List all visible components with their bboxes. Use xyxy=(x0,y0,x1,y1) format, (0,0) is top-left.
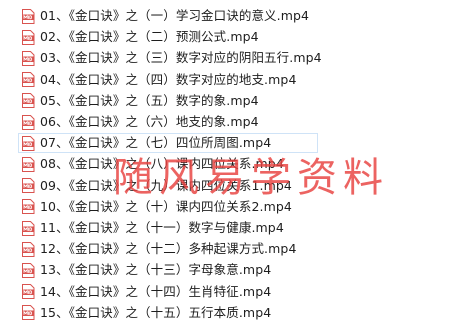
file-name: 09、《金口诀》之（九）课内四位关系1.mp4 xyxy=(40,177,292,193)
video-file-icon xyxy=(21,135,35,151)
file-row[interactable]: 01、《金口诀》之（一）学习金口诀的意义.mp4 xyxy=(18,6,438,26)
file-name: 06、《金口诀》之（六）地支的象.mp4 xyxy=(40,114,259,129)
file-name: 04、《金口诀》之（四）数字对应的地支.mp4 xyxy=(40,71,297,87)
file-row[interactable]: 09、《金口诀》之（九）课内四位关系1.mp4 xyxy=(18,176,438,196)
video-file-icon xyxy=(21,8,35,24)
video-file-icon xyxy=(21,284,35,300)
file-row[interactable]: 04、《金口诀》之（四）数字对应的地支.mp4 xyxy=(18,70,438,90)
file-row[interactable]: 10、《金口诀》之（十）课内四位关系2.mp4 xyxy=(18,197,438,217)
file-row[interactable]: 11、《金口诀》之（十一）数字与健康.mp4 xyxy=(18,218,438,238)
file-name: 05、《金口诀》之（五）数字的象.mp4 xyxy=(40,92,259,108)
file-row[interactable]: 07、《金口诀》之（七）四位所周图.mp4 xyxy=(18,133,318,154)
file-row[interactable]: 14、《金口诀》之（十四）生肖特征.mp4 xyxy=(18,282,438,302)
file-name: 07、《金口诀》之（七）四位所周图.mp4 xyxy=(40,135,272,151)
file-name: 02、《金口诀》之（二）预测公式.mp4 xyxy=(40,29,259,45)
file-name: 15、《金口诀》之（十五）五行本质.mp4 xyxy=(40,304,272,320)
file-row[interactable]: 03、《金口诀》之（三）数字对应的阴阳五行.mp4 xyxy=(18,48,438,68)
video-file-icon xyxy=(21,93,35,109)
video-file-icon xyxy=(21,220,35,236)
video-file-icon xyxy=(21,72,35,88)
video-file-icon xyxy=(21,199,35,215)
file-name: 11、《金口诀》之（十一）数字与健康.mp4 xyxy=(40,220,284,235)
file-row[interactable]: 05、《金口诀》之（五）数字的象.mp4 xyxy=(18,91,438,111)
file-row[interactable]: 15、《金口诀》之（十五）五行本质.mp4 xyxy=(18,303,438,323)
video-file-icon xyxy=(21,29,35,45)
video-file-icon xyxy=(21,262,35,278)
file-name: 03、《金口诀》之（三）数字对应的阴阳五行.mp4 xyxy=(40,50,322,66)
video-file-icon xyxy=(21,305,35,321)
file-row[interactable]: 13、《金口诀》之（十三）字母象意.mp4 xyxy=(18,260,438,280)
video-file-icon xyxy=(21,50,35,66)
file-row[interactable]: 06、《金口诀》之（六）地支的象.mp4 xyxy=(18,112,438,132)
file-list: 01、《金口诀》之（一）学习金口诀的意义.mp4 02、《金口诀》之（二）预测公式… xyxy=(0,0,463,333)
file-name: 12、《金口诀》之（十二）多种起课方式.mp4 xyxy=(40,241,297,257)
file-name: 10、《金口诀》之（十）课内四位关系2.mp4 xyxy=(40,198,292,214)
video-file-icon xyxy=(21,156,35,172)
file-row[interactable]: 08、《金口诀》之（八）课内四位关系.mp4 xyxy=(18,154,438,174)
file-name: 14、《金口诀》之（十四）生肖特征.mp4 xyxy=(40,283,272,299)
file-name: 01、《金口诀》之（一）学习金口诀的意义.mp4 xyxy=(40,8,310,23)
file-row[interactable]: 02、《金口诀》之（二）预测公式.mp4 xyxy=(18,27,438,47)
file-name: 08、《金口诀》之（八）课内四位关系.mp4 xyxy=(40,156,284,172)
video-file-icon xyxy=(21,114,35,130)
file-name: 13、《金口诀》之（十三）字母象意.mp4 xyxy=(40,262,272,278)
file-row[interactable]: 12、《金口诀》之（十二）多种起课方式.mp4 xyxy=(18,239,438,259)
video-file-icon xyxy=(21,178,35,194)
video-file-icon xyxy=(21,241,35,257)
